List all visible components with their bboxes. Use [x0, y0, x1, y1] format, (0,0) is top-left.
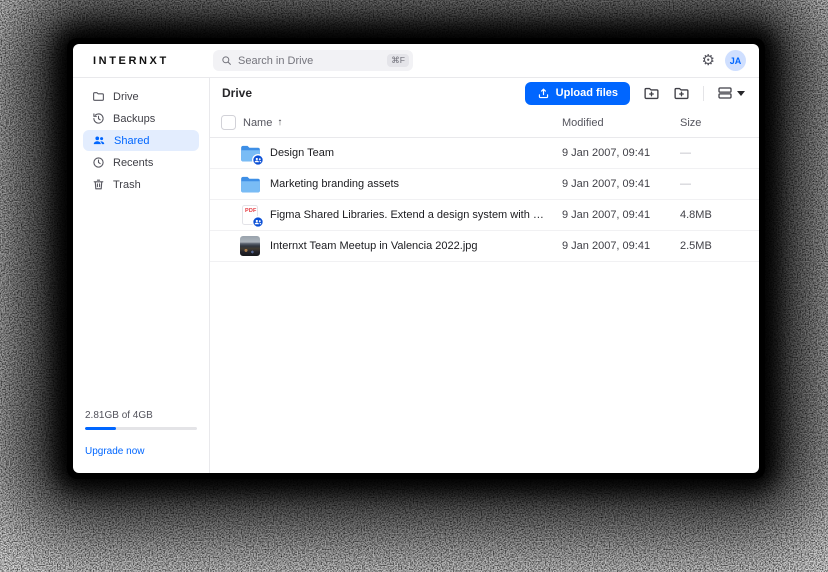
chevron-down-icon [737, 91, 745, 96]
row-icon [239, 235, 261, 257]
table-row[interactable]: Internxt Team Meetup in Valencia 2022.jp… [210, 231, 759, 262]
upload-icon [537, 87, 550, 100]
row-icon [239, 173, 261, 195]
storage-progress-bar [85, 427, 197, 430]
app-window: INTERNXT Search in Drive ⌘F ⚙ JA [73, 44, 759, 473]
file-modified: 9 Jan 2007, 09:41 [562, 147, 680, 159]
pdf-label: PDF [245, 208, 257, 214]
trash-icon [92, 178, 105, 191]
search-icon [221, 55, 232, 66]
storage-progress-fill [85, 427, 116, 430]
column-header-name[interactable]: Name ↑ [243, 117, 562, 129]
settings-gear-icon[interactable]: ⚙ [702, 53, 715, 68]
clock-icon [92, 156, 105, 169]
upload-files-label: Upload files [556, 87, 618, 99]
table-row[interactable]: PDF Figma Shared Libraries. Extend a des… [210, 200, 759, 231]
file-size: — [680, 178, 759, 190]
column-header-modified[interactable]: Modified [562, 117, 680, 129]
view-toggle-button[interactable] [717, 85, 745, 101]
search-shortcut-badge: ⌘F [387, 54, 409, 67]
table-header: Name ↑ Modified Size [210, 108, 759, 138]
main-panel: Drive Upload files [210, 78, 759, 473]
content: Drive Backups Shared Recents [73, 78, 759, 473]
select-all-checkbox[interactable] [221, 115, 236, 130]
row-icon [239, 142, 261, 164]
storage-usage-label: 2.81GB of 4GB [85, 410, 197, 421]
file-modified: 9 Jan 2007, 09:41 [562, 209, 680, 221]
backup-history-icon [92, 112, 105, 125]
folder-plus-icon [643, 85, 660, 102]
column-header-size[interactable]: Size [680, 117, 759, 129]
list-view-icon [717, 85, 733, 101]
row-icon: PDF [239, 204, 261, 226]
file-size: 4.8MB [680, 209, 759, 221]
top-actions: ⚙ JA [702, 50, 759, 71]
sidebar-item-label: Shared [114, 135, 149, 147]
table-row[interactable]: Marketing branding assets 9 Jan 2007, 09… [210, 169, 759, 200]
file-name: Internxt Team Meetup in Valencia 2022.jp… [270, 240, 562, 252]
top-bar: INTERNXT Search in Drive ⌘F ⚙ JA [73, 44, 759, 78]
shared-badge-icon [252, 216, 264, 228]
sidebar-item-label: Trash [113, 179, 141, 191]
file-name: Design Team [270, 147, 562, 159]
upgrade-link[interactable]: Upgrade now [85, 446, 144, 457]
table-row[interactable]: Design Team 9 Jan 2007, 09:41 — [210, 138, 759, 169]
folder-plus-icon [673, 85, 690, 102]
sidebar: Drive Backups Shared Recents [73, 78, 210, 473]
sidebar-item-label: Drive [113, 91, 139, 103]
stage: INTERNXT Search in Drive ⌘F ⚙ JA [0, 0, 828, 572]
file-list: Design Team 9 Jan 2007, 09:41 — Marketin… [210, 138, 759, 262]
new-folder-button[interactable] [673, 85, 690, 102]
sidebar-item-label: Recents [113, 157, 153, 169]
upload-files-button[interactable]: Upload files [525, 82, 630, 105]
file-size: — [680, 147, 759, 159]
upload-folder-button[interactable] [643, 85, 660, 102]
sidebar-item-drive[interactable]: Drive [83, 86, 199, 107]
actions-divider [703, 86, 704, 101]
internxt-logo: INTERNXT [73, 55, 211, 67]
folder-blue-icon [240, 176, 261, 193]
file-modified: 9 Jan 2007, 09:41 [562, 178, 680, 190]
sort-ascending-icon: ↑ [277, 117, 282, 128]
sidebar-item-recents[interactable]: Recents [83, 152, 199, 173]
avatar[interactable]: JA [725, 50, 746, 71]
file-name: Figma Shared Libraries. Extend a design … [270, 209, 562, 221]
file-modified: 9 Jan 2007, 09:41 [562, 240, 680, 252]
sidebar-item-backups[interactable]: Backups [83, 108, 199, 129]
sidebar-nav: Drive Backups Shared Recents [83, 86, 199, 196]
image-thumbnail [240, 236, 260, 256]
search-input[interactable]: Search in Drive ⌘F [213, 50, 413, 71]
file-name: Marketing branding assets [270, 178, 562, 190]
main-header: Drive Upload files [210, 78, 759, 108]
storage-widget: 2.81GB of 4GB Upgrade now [83, 410, 199, 459]
search-placeholder: Search in Drive [238, 55, 387, 67]
page-title: Drive [222, 86, 252, 100]
file-size: 2.5MB [680, 240, 759, 252]
header-actions: Upload files [525, 82, 745, 105]
folder-icon [92, 90, 105, 103]
sidebar-item-label: Backups [113, 113, 155, 125]
sidebar-item-trash[interactable]: Trash [83, 174, 199, 195]
shared-badge-icon [252, 154, 264, 166]
shared-people-icon [92, 134, 106, 147]
sidebar-item-shared[interactable]: Shared [83, 130, 199, 151]
